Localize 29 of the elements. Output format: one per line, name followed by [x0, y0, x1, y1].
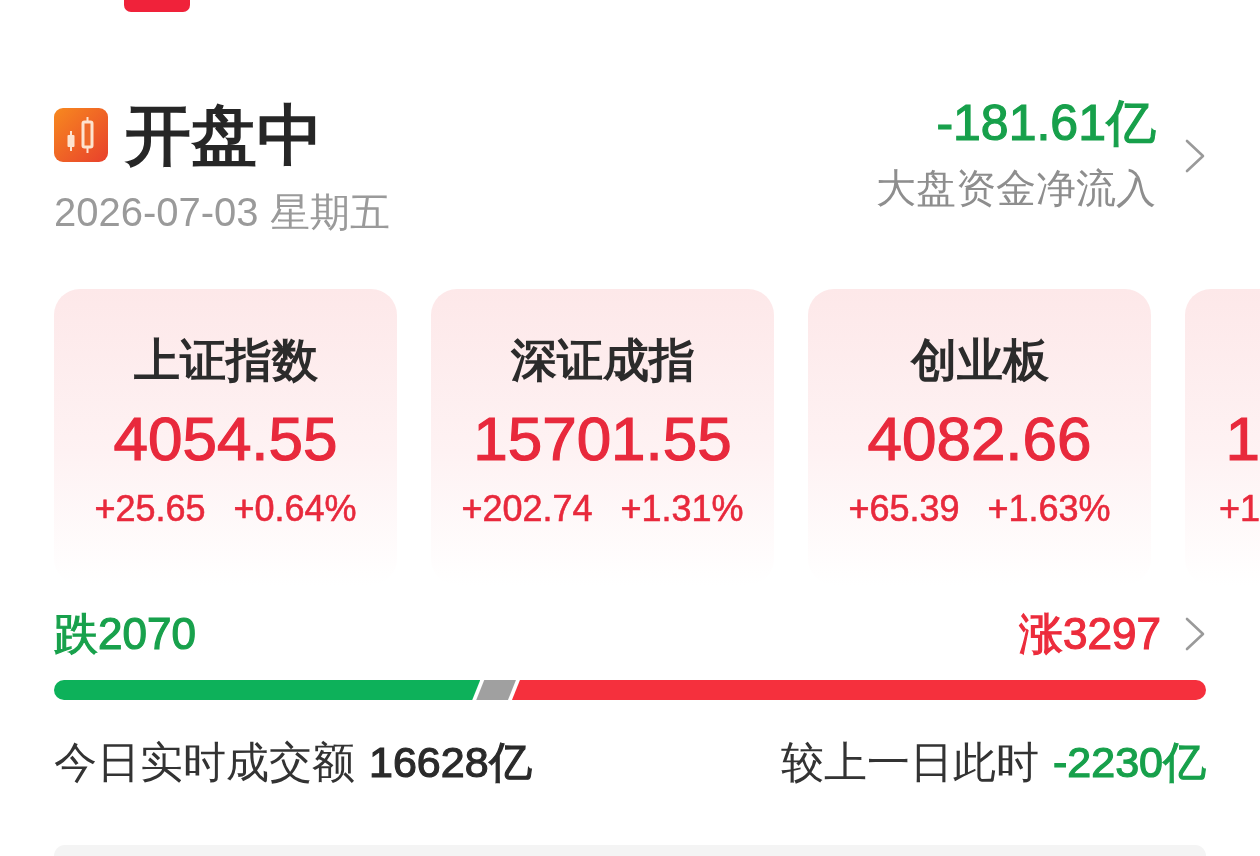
comparison-label: 较上一日此时	[781, 737, 1039, 787]
candlestick-icon	[54, 108, 108, 162]
tab-indicator	[124, 0, 190, 12]
date-text: 2026-07-03 星期五	[54, 190, 390, 234]
index-change: +65.39	[848, 487, 960, 531]
turnover-value: 16628亿	[369, 737, 532, 787]
index-change-percent: +0.64%	[233, 487, 357, 531]
index-name: 深证成指	[510, 333, 695, 387]
index-change-percent: +1.31%	[620, 487, 744, 531]
index-change: +25.65	[94, 487, 206, 531]
decline-count: 跌2070	[54, 610, 196, 658]
unchanged-segment	[476, 680, 516, 700]
net-inflow-value: -181.61亿	[936, 96, 1156, 150]
index-change: +202.74	[461, 487, 593, 531]
index-name: 上证指数	[133, 333, 318, 387]
index-change-percent: +1.63%	[987, 487, 1111, 531]
index-name: 创业板	[910, 333, 1049, 387]
turnover-label: 今日实时成交额	[54, 737, 355, 787]
index-value: 15701.55	[473, 403, 732, 475]
index-change: +1	[1218, 487, 1260, 531]
chevron-right-icon[interactable]	[1184, 139, 1206, 173]
net-inflow-label: 大盘资金净流入	[876, 165, 1156, 212]
index-value: 4054.55	[113, 403, 338, 475]
market-status-title: 开盘中	[125, 100, 323, 170]
advance-count: 涨3297	[1019, 610, 1161, 658]
index-value: 4082.66	[867, 403, 1092, 475]
index-value: 1	[1225, 403, 1260, 475]
chevron-right-icon[interactable]	[1184, 617, 1206, 651]
comparison-value: -2230亿	[1053, 737, 1206, 787]
